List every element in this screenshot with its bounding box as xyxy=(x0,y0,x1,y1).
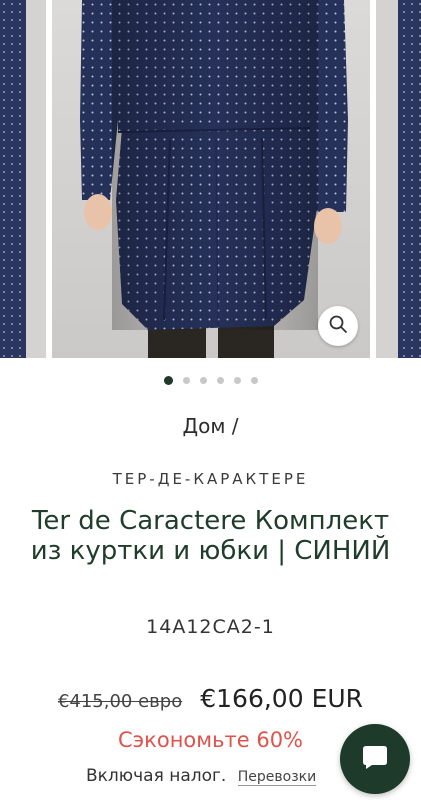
pagination-dot[interactable] xyxy=(199,376,207,384)
original-price: €415,00 евро xyxy=(57,691,183,712)
chat-icon xyxy=(360,742,390,776)
pagination-dot[interactable] xyxy=(233,376,241,384)
model-photo xyxy=(80,0,348,358)
pagination-dot[interactable] xyxy=(216,376,224,384)
pagination-dot-active[interactable] xyxy=(163,375,173,385)
product-brand[interactable]: ТЕР-ДЕ-КАРАКТЕРЕ xyxy=(0,470,421,488)
zoom-button[interactable] xyxy=(318,306,358,346)
previous-slide-image xyxy=(0,0,46,358)
pagination-dot[interactable] xyxy=(182,376,190,384)
next-slide-preview[interactable] xyxy=(376,0,421,358)
chat-button[interactable] xyxy=(340,724,410,794)
tax-note-text: Включая налог. xyxy=(86,766,227,786)
search-icon xyxy=(328,314,348,338)
product-sku: 14A12CA2-1 xyxy=(146,616,275,638)
pagination-dot[interactable] xyxy=(250,376,258,384)
next-slide-image xyxy=(376,0,421,358)
shipping-link[interactable]: Перевозки xyxy=(237,769,317,786)
sale-price: €166,00 EUR xyxy=(200,684,364,713)
previous-slide-preview[interactable] xyxy=(0,0,46,358)
product-title: Ter de Caractere Комплект из куртки и юб… xyxy=(30,506,391,566)
breadcrumb[interactable]: Дом / xyxy=(0,414,421,438)
gallery-pagination xyxy=(0,374,421,386)
product-image[interactable] xyxy=(52,0,370,358)
product-image-gallery[interactable] xyxy=(0,0,421,358)
price-row: €415,00 евро €166,00 EUR xyxy=(0,684,421,713)
